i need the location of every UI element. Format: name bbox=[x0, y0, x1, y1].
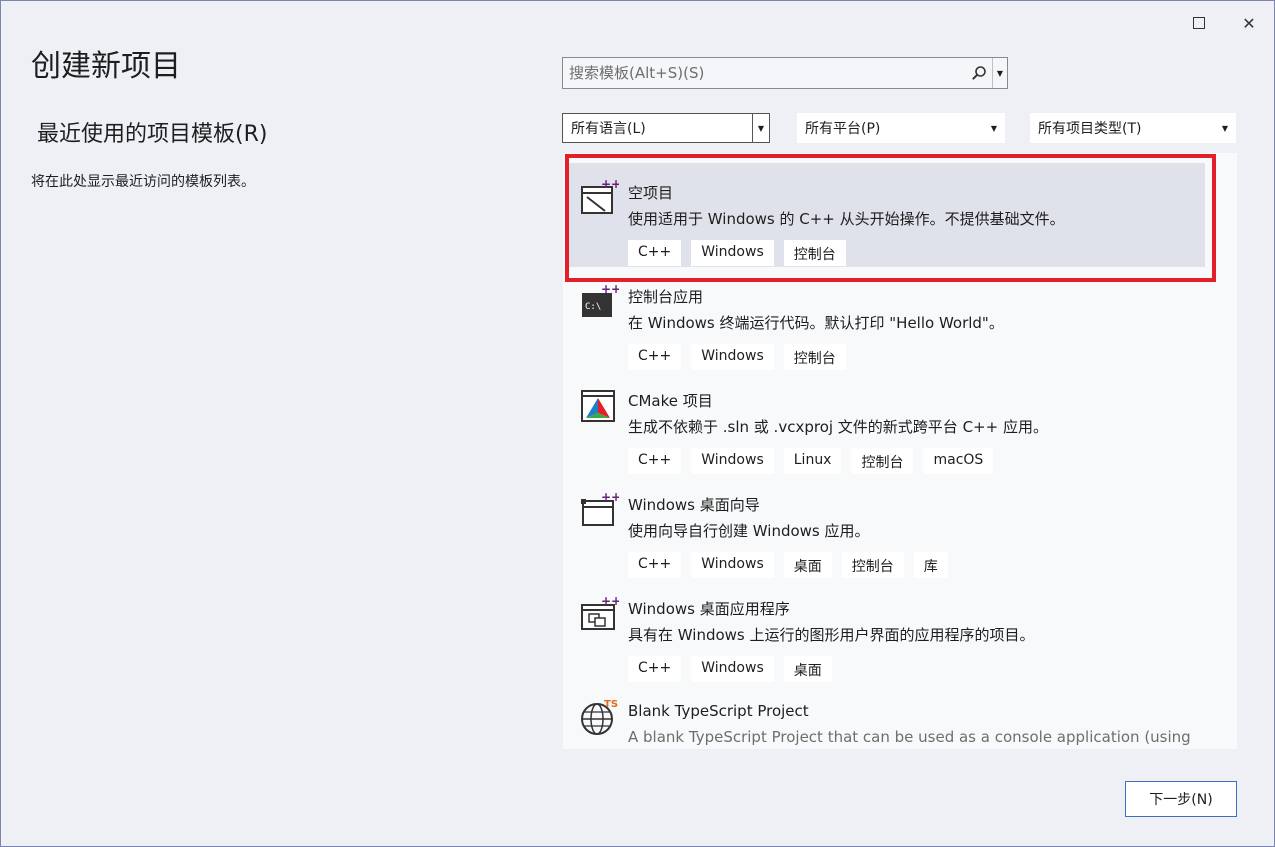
close-button[interactable]: ✕ bbox=[1224, 1, 1274, 45]
template-list: ++ 空项目 使用适用于 Windows 的 C++ 从头开始操作。不提供基础文… bbox=[563, 153, 1237, 749]
svg-text:TS: TS bbox=[604, 699, 618, 710]
template-search-box: ▼ bbox=[562, 57, 1008, 89]
search-history-dropdown[interactable]: ▼ bbox=[993, 58, 1007, 88]
tag: macOS bbox=[923, 448, 994, 474]
template-tags: C++ Windows Linux 控制台 macOS bbox=[628, 448, 994, 474]
tag: 桌面 bbox=[783, 656, 832, 682]
next-button[interactable]: 下一步(N) bbox=[1125, 781, 1237, 817]
chevron-down-icon: ▼ bbox=[1221, 123, 1228, 133]
tag: 控制台 bbox=[841, 552, 904, 578]
tag: C++ bbox=[628, 656, 682, 682]
template-tags: C++ Windows 控制台 bbox=[628, 344, 846, 370]
template-description: 具有在 Windows 上运行的图形用户界面的应用程序的项目。 bbox=[628, 626, 1035, 644]
chevron-down-icon: ▼ bbox=[990, 123, 997, 133]
svg-text:++: ++ bbox=[601, 490, 619, 504]
empty-project-icon: ++ bbox=[581, 177, 619, 214]
template-item-blank-typescript[interactable]: TS Blank TypeScript Project A blank Type… bbox=[567, 683, 1205, 749]
svg-text:++: ++ bbox=[601, 594, 619, 608]
search-button[interactable] bbox=[965, 58, 993, 88]
page-title: 创建新项目 bbox=[31, 49, 181, 84]
create-project-dialog: ✕ 创建新项目 最近使用的项目模板(R) 将在此处显示最近访问的模板列表。 ▼ … bbox=[0, 0, 1275, 847]
tag: 控制台 bbox=[783, 240, 846, 266]
recent-templates-title: 最近使用的项目模板(R) bbox=[37, 122, 268, 147]
template-description: 在 Windows 终端运行代码。默认打印 "Hello World"。 bbox=[628, 314, 1004, 332]
platform-filter-label: 所有平台(P) bbox=[805, 121, 881, 137]
language-filter-label: 所有语言(L) bbox=[571, 121, 646, 137]
template-item-desktop-wizard[interactable]: ++ Windows 桌面向导 使用向导自行创建 Windows 应用。 C++… bbox=[567, 475, 1205, 579]
maximize-button[interactable] bbox=[1174, 1, 1224, 45]
search-input[interactable] bbox=[563, 58, 965, 88]
tag: C++ bbox=[628, 448, 682, 474]
tag: 控制台 bbox=[783, 344, 846, 370]
tag: 库 bbox=[913, 552, 948, 578]
console-app-icon: C:\ ++ bbox=[582, 282, 619, 317]
language-filter[interactable]: 所有语言(L) ▼ bbox=[562, 113, 770, 143]
language-filter-dropdown[interactable]: ▼ bbox=[752, 114, 769, 142]
template-tags: C++ Windows 控制台 bbox=[628, 240, 846, 266]
tag: C++ bbox=[628, 552, 682, 578]
tag: 控制台 bbox=[851, 448, 914, 474]
tag: Windows bbox=[691, 344, 774, 370]
close-icon: ✕ bbox=[1242, 13, 1256, 33]
tag: C++ bbox=[628, 344, 682, 370]
tag: 桌面 bbox=[783, 552, 832, 578]
template-item-console-app[interactable]: C:\ ++ 控制台应用 在 Windows 终端运行代码。默认打印 "Hell… bbox=[567, 267, 1205, 371]
template-description: 使用向导自行创建 Windows 应用。 bbox=[628, 522, 870, 540]
desktop-app-icon: ++ bbox=[581, 594, 619, 630]
search-icon bbox=[971, 66, 986, 80]
template-title: Windows 桌面应用程序 bbox=[628, 600, 790, 618]
chevron-down-icon: ▼ bbox=[757, 123, 765, 133]
maximize-icon bbox=[1193, 17, 1205, 29]
template-item-desktop-app[interactable]: ++ Windows 桌面应用程序 具有在 Windows 上运行的图形用户界面… bbox=[567, 579, 1205, 683]
typescript-globe-icon: TS bbox=[581, 699, 618, 735]
project-type-filter[interactable]: 所有项目类型(T) ▼ bbox=[1030, 113, 1236, 143]
template-tags: C++ Windows 桌面 控制台 库 bbox=[628, 552, 948, 578]
chevron-down-icon: ▼ bbox=[996, 68, 1004, 78]
template-description: 使用适用于 Windows 的 C++ 从头开始操作。不提供基础文件。 bbox=[628, 210, 1065, 228]
project-type-filter-label: 所有项目类型(T) bbox=[1038, 121, 1142, 137]
template-item-cmake[interactable]: CMake 项目 生成不依赖于 .sln 或 .vcxproj 文件的新式跨平台… bbox=[567, 371, 1205, 475]
svg-text:++: ++ bbox=[601, 282, 619, 296]
tag: Windows bbox=[691, 240, 774, 266]
tag: Windows bbox=[691, 448, 774, 474]
tag: Windows bbox=[691, 656, 774, 682]
platform-filter[interactable]: 所有平台(P) ▼ bbox=[797, 113, 1005, 143]
recent-templates-empty-text: 将在此处显示最近访问的模板列表。 bbox=[31, 174, 255, 190]
cmake-icon bbox=[581, 390, 615, 422]
svg-text:C:\: C:\ bbox=[585, 302, 601, 312]
svg-text:++: ++ bbox=[601, 177, 619, 191]
template-description: 生成不依赖于 .sln 或 .vcxproj 文件的新式跨平台 C++ 应用。 bbox=[628, 418, 1048, 436]
tag: Linux bbox=[783, 448, 842, 474]
template-item-empty-project[interactable]: ++ 空项目 使用适用于 Windows 的 C++ 从头开始操作。不提供基础文… bbox=[567, 163, 1205, 267]
template-title: 空项目 bbox=[628, 184, 674, 202]
template-tags: C++ Windows 桌面 bbox=[628, 656, 832, 682]
template-title: Windows 桌面向导 bbox=[628, 496, 760, 514]
template-title: Blank TypeScript Project bbox=[628, 702, 809, 720]
tag: Windows bbox=[691, 552, 774, 578]
template-description: A blank TypeScript Project that can be u… bbox=[628, 728, 1191, 746]
template-title: CMake 项目 bbox=[628, 392, 713, 410]
template-title: 控制台应用 bbox=[628, 288, 704, 306]
tag: C++ bbox=[628, 240, 682, 266]
desktop-wizard-icon: ++ bbox=[581, 490, 619, 526]
window-controls: ✕ bbox=[1174, 1, 1274, 45]
